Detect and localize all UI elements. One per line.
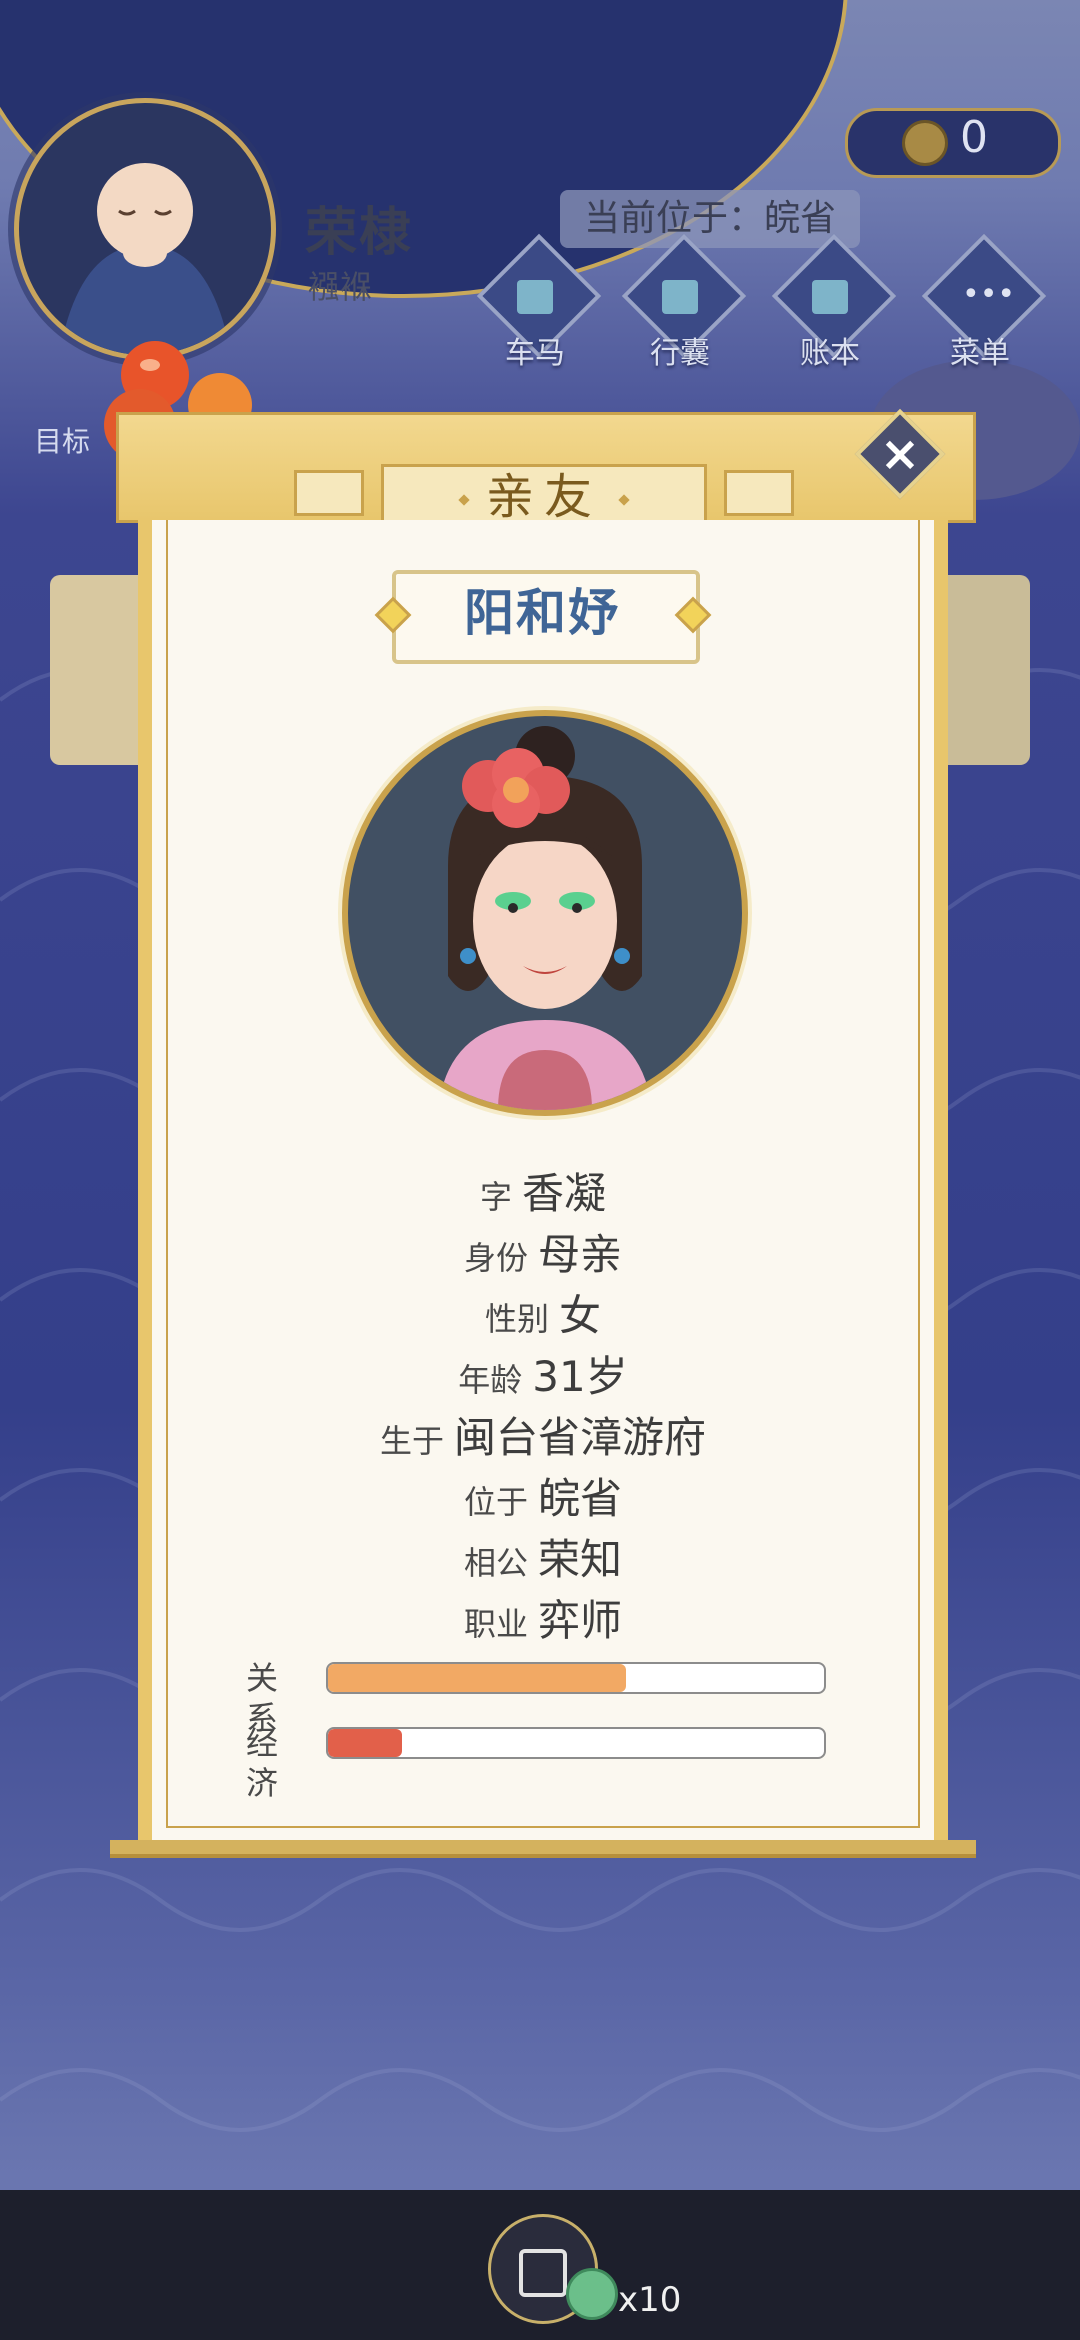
info-row: 性别女 [116, 1282, 970, 1343]
current-location: 当前位于：皖省 [560, 190, 860, 248]
field-value: 皖省 [538, 1474, 623, 1523]
field-value: 31岁 [532, 1352, 628, 1401]
currency-panel [845, 108, 1061, 178]
field-value: 母亲 [538, 1230, 623, 1279]
relationship-track [326, 1662, 826, 1694]
header-ornament-left [294, 470, 364, 516]
person-name: 阳和妤 [464, 584, 620, 642]
currency-value: 0 [960, 112, 988, 163]
baby-icon [59, 163, 231, 355]
nav-bag-label: 行囊 [650, 336, 710, 371]
field-key: 相公 [463, 1544, 528, 1582]
person-portrait [342, 710, 748, 1116]
info-row: 职业 弈师 [116, 1587, 970, 1648]
woman-portrait-icon [438, 726, 652, 1110]
nav-menu-button[interactable]: ••• 菜单 [921, 233, 1047, 371]
ledger-icon [812, 280, 848, 314]
nav-ledger-button[interactable]: 账本 [771, 233, 897, 371]
nav-ledger-label: 账本 [800, 336, 860, 371]
carriage-icon [517, 280, 553, 314]
bag-icon [662, 280, 698, 314]
player-name: 荣棣 [305, 203, 414, 263]
person-info: 字香凝 身份 母亲 性别女 年龄 31岁 生于 闽台省漳游府 位于 皖省 相公 荣知 职业… [116, 1160, 970, 1648]
reward-multiplier: x10 [618, 2280, 682, 2320]
economy-fill [328, 1729, 403, 1757]
info-row: 身份 母亲 [116, 1221, 970, 1282]
dialog-bottom-rod [110, 1840, 976, 1858]
info-row: 生于 闽台省漳游府 [116, 1404, 970, 1465]
coin-icon [902, 120, 948, 166]
field-key: 职业 [463, 1605, 528, 1643]
field-key: 性别 [484, 1300, 549, 1338]
field-value: 女 [559, 1291, 602, 1340]
jade-icon [566, 2268, 618, 2320]
nav-menu-label: 菜单 [950, 336, 1010, 371]
relative-dialog: 亲友 × 阳和妤 字 香凝 身份 母亲 性别 女 年龄 31岁 生于 闽台省漳游… [110, 400, 976, 1860]
close-icon: × [879, 426, 921, 482]
info-row: 相公 荣知 [116, 1526, 970, 1587]
info-row: 字香凝 [116, 1160, 970, 1221]
nav-bag-button[interactable]: 行囊 [621, 233, 747, 371]
header-ornament-right [724, 470, 794, 516]
field-key: 字 [479, 1178, 512, 1216]
info-row: 位于 皖省 [116, 1465, 970, 1526]
field-key: 生于 [379, 1422, 444, 1460]
field-value: 弈师 [538, 1596, 623, 1645]
nav-carriage-label: 车马 [505, 336, 565, 371]
share-icon [519, 2249, 567, 2297]
dialog-title: 亲友 [485, 469, 602, 525]
field-key: 身份 [463, 1239, 528, 1277]
field-value: 香凝 [522, 1169, 607, 1218]
nav-carriage-button[interactable]: 车马 [476, 233, 602, 371]
field-key: 位于 [463, 1483, 528, 1521]
menu-icon: ••• [962, 277, 1016, 312]
economy-label: 经济 [246, 1724, 279, 1802]
info-row: 年龄 31岁 [116, 1343, 970, 1404]
player-avatar[interactable] [14, 98, 276, 360]
relationship-fill [328, 1664, 626, 1692]
field-key: 年龄 [458, 1361, 523, 1399]
field-value: 荣知 [538, 1535, 623, 1584]
economy-track [326, 1727, 826, 1759]
person-name-banner: 阳和妤 [374, 570, 712, 664]
field-value: 闽台省漳游府 [454, 1413, 707, 1462]
player-stage: 襁褓 [308, 268, 373, 306]
